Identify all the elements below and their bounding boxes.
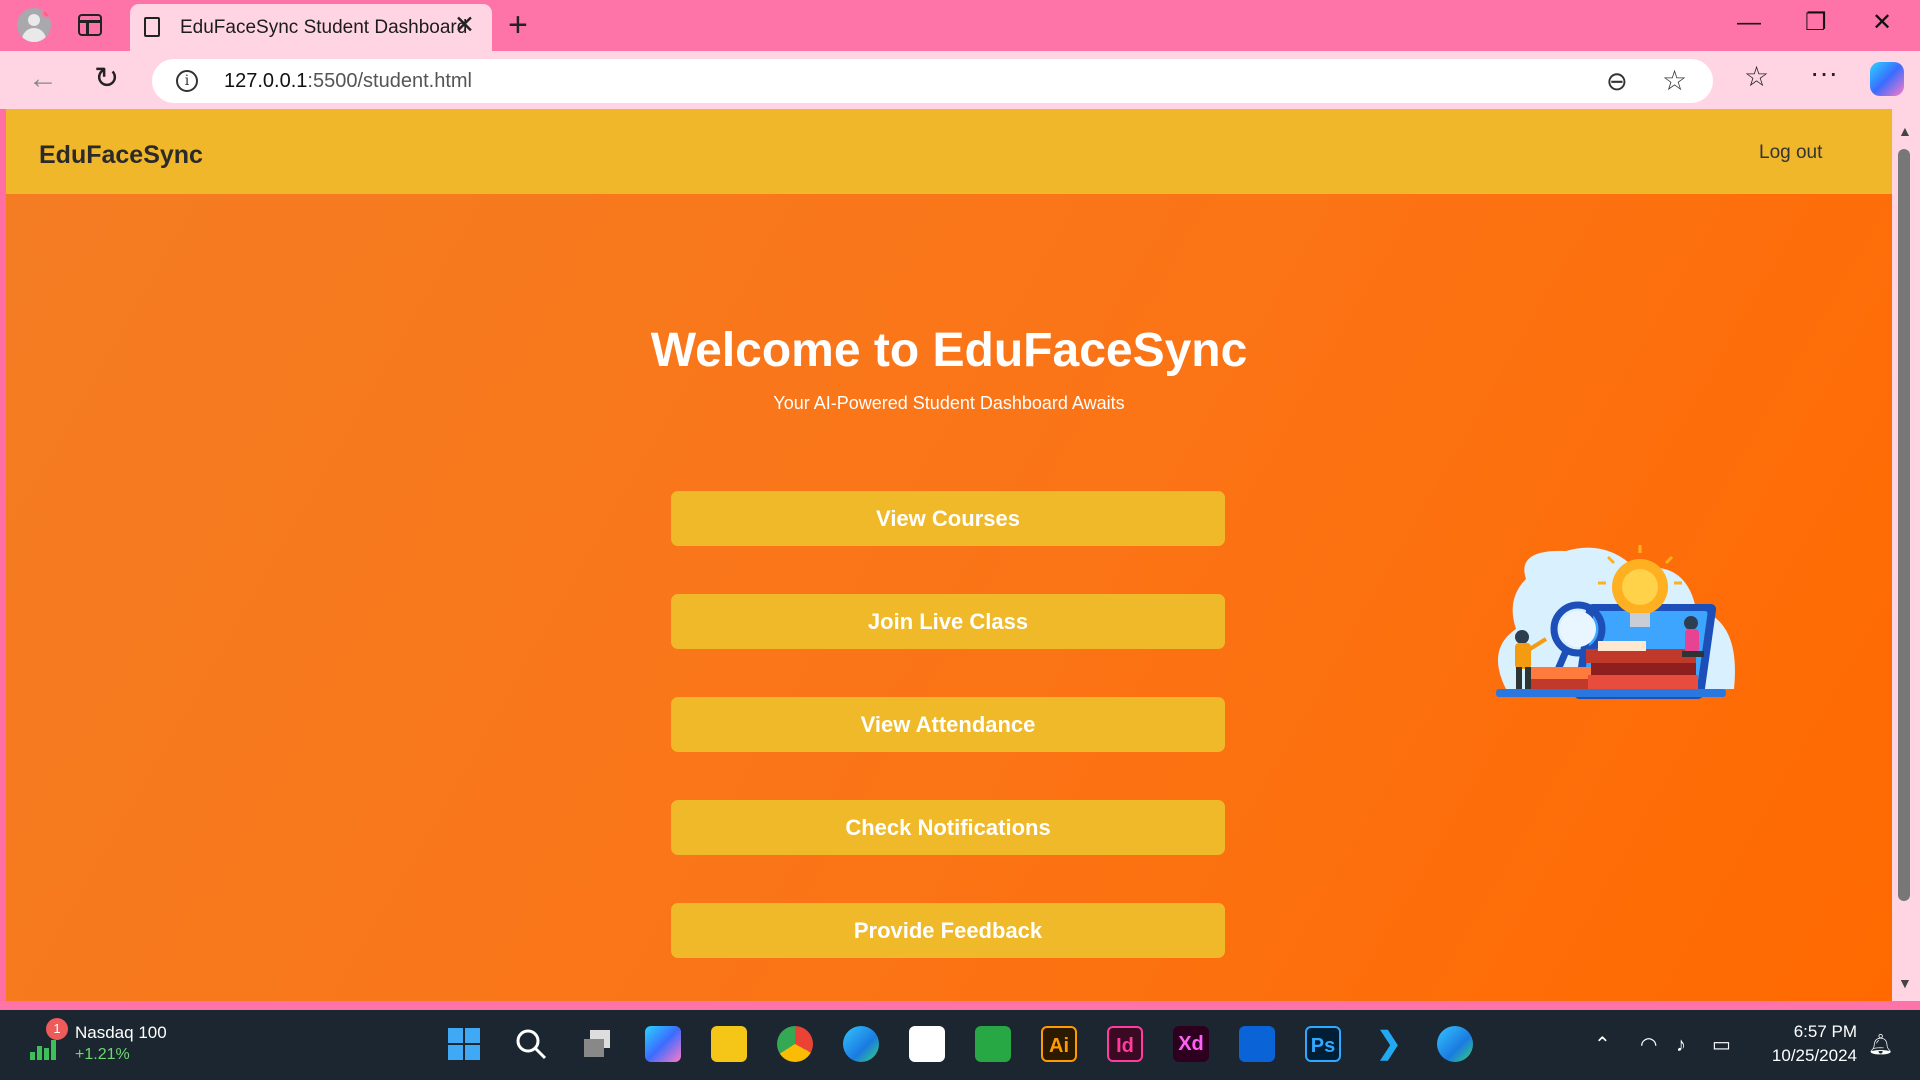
volume-icon[interactable]: ♪ xyxy=(1676,1035,1686,1055)
page-icon xyxy=(144,17,160,37)
minimize-icon[interactable]: — xyxy=(1737,11,1761,35)
page-subtitle: Your AI-Powered Student Dashboard Awaits xyxy=(773,393,1125,413)
browser-bottom-edge xyxy=(0,1001,1920,1010)
notification-badge: 1 xyxy=(46,1018,68,1040)
copilot-icon[interactable] xyxy=(1870,62,1904,96)
more-options-icon[interactable]: ··· xyxy=(1810,59,1838,87)
chrome-icon[interactable] xyxy=(777,1026,813,1062)
task-view-icon[interactable] xyxy=(580,1027,614,1061)
page-viewport: EduFaceSync Log out Welcome to EduFaceSy… xyxy=(6,109,1892,1001)
show-hidden-icons[interactable]: ⌃ xyxy=(1594,1035,1611,1055)
profile-avatar-icon[interactable] xyxy=(17,8,51,42)
back-icon[interactable]: ← xyxy=(28,64,58,94)
edge-icon[interactable] xyxy=(843,1026,879,1062)
check-notifications-button[interactable]: Check Notifications xyxy=(671,800,1225,855)
join-live-class-button[interactable]: Join Live Class xyxy=(671,594,1225,649)
battery-icon[interactable]: ▭ xyxy=(1712,1035,1731,1055)
widget-change: +1.21% xyxy=(75,1046,130,1063)
search-icon[interactable] xyxy=(514,1027,548,1061)
windows-taskbar xyxy=(0,1010,1920,1080)
browser-title-bar: EduFaceSync Student Dashboard ✕ + — ❐ ✕ xyxy=(0,0,1920,51)
education-illustration xyxy=(1496,545,1735,699)
scroll-up-icon[interactable]: ▲ xyxy=(1898,123,1912,139)
illustrator-icon[interactable]: Ai xyxy=(1041,1026,1077,1062)
address-bar[interactable]: i 127.0.0.1:5500/student.html ⊖ ☆ xyxy=(152,59,1713,103)
favorites-icon[interactable]: ☆ xyxy=(1744,63,1769,91)
restore-icon[interactable]: ❐ xyxy=(1805,11,1827,35)
notifications-bell-icon[interactable]: 🔔︎ xyxy=(1868,1035,1893,1055)
sheets-app-icon[interactable] xyxy=(975,1026,1011,1062)
file-explorer-icon[interactable] xyxy=(711,1026,747,1062)
close-window-icon[interactable]: ✕ xyxy=(1872,11,1892,35)
site-info-icon[interactable]: i xyxy=(176,70,198,92)
indesign-icon[interactable]: Id xyxy=(1107,1026,1143,1062)
close-tab-icon[interactable]: ✕ xyxy=(454,13,475,38)
tab-title: EduFaceSync Student Dashboard xyxy=(180,17,468,38)
scroll-down-icon[interactable]: ▼ xyxy=(1898,975,1912,991)
copilot-app-icon[interactable] xyxy=(645,1026,681,1062)
refresh-icon[interactable]: ↻ xyxy=(94,64,119,94)
url-text: 127.0.0.1:5500/student.html xyxy=(224,70,472,92)
page-title: Welcome to EduFaceSync xyxy=(650,324,1248,377)
page-scrollbar[interactable]: ▲ ▼ xyxy=(1892,109,1920,1001)
favorite-star-icon[interactable]: ☆ xyxy=(1662,64,1687,97)
scroll-thumb[interactable] xyxy=(1898,149,1910,901)
browser-toolbar: ← ↻ i 127.0.0.1:5500/student.html ⊖ ☆ ☆ … xyxy=(0,51,1920,109)
provide-feedback-button[interactable]: Provide Feedback xyxy=(671,903,1225,958)
new-tab-icon[interactable]: + xyxy=(508,8,528,42)
outlook-icon[interactable] xyxy=(1239,1026,1275,1062)
clock-time[interactable]: 6:57 PM xyxy=(1749,1022,1857,1042)
photoshop-icon[interactable]: Ps xyxy=(1305,1026,1341,1062)
zoom-icon[interactable]: ⊖ xyxy=(1606,66,1628,97)
clock-date[interactable]: 10/25/2024 xyxy=(1749,1046,1857,1066)
wifi-icon[interactable]: ◠ xyxy=(1640,1035,1657,1055)
tab-actions-icon[interactable] xyxy=(78,14,102,36)
edge-active-icon[interactable] xyxy=(1437,1026,1473,1062)
view-courses-button[interactable]: View Courses xyxy=(671,491,1225,546)
widget-title[interactable]: Nasdaq 100 xyxy=(75,1023,167,1043)
store-icon[interactable] xyxy=(909,1026,945,1062)
logout-link[interactable]: Log out xyxy=(1759,142,1822,164)
xd-icon[interactable]: Xd xyxy=(1173,1026,1209,1062)
view-attendance-button[interactable]: View Attendance xyxy=(671,697,1225,752)
brand-logo[interactable]: EduFaceSync xyxy=(39,141,203,170)
browser-tab[interactable]: EduFaceSync Student Dashboard ✕ xyxy=(130,4,492,51)
vscode-icon[interactable]: ❯ xyxy=(1371,1026,1407,1062)
start-icon[interactable] xyxy=(447,1027,481,1061)
top-navbar: EduFaceSync Log out xyxy=(6,109,1892,194)
